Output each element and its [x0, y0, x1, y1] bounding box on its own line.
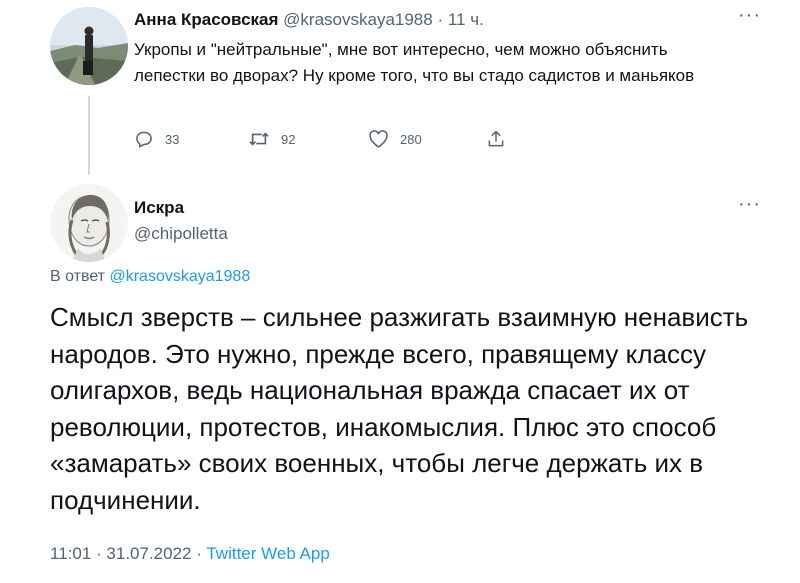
more-icon[interactable]: ··· [738, 4, 761, 27]
reply-context: В ответ @krasovskaya1988 [50, 268, 250, 286]
avatar-anna[interactable] [50, 7, 128, 85]
reply-button[interactable]: 33 [134, 128, 179, 150]
tweet1-author-name[interactable]: Анна Красовская [134, 10, 278, 29]
tweet2-time[interactable]: 11:01 [50, 544, 91, 563]
reply-to-link[interactable]: @krasovskaya1988 [109, 268, 250, 285]
tweet2-footer: 11:01 · 31.07.2022 · Twitter Web App [50, 544, 330, 564]
like-count: 280 [400, 131, 422, 147]
tweet1-header: Анна Красовская @krasovskaya1988 · 11 ч. [134, 10, 484, 30]
tweet2-author-handle[interactable]: @chipolletta [134, 224, 228, 244]
reply-prefix: В ответ [50, 268, 106, 285]
tweet2-author-name[interactable]: Искра [134, 198, 184, 218]
tweet2-text: Смысл зверств – сильнее разжигать взаимн… [50, 302, 749, 515]
more-icon[interactable]: ··· [738, 193, 761, 216]
footer-separator: · [196, 544, 202, 563]
retweet-icon [249, 132, 269, 146]
like-icon [369, 130, 388, 148]
share-icon [488, 130, 504, 147]
footer-separator: · [96, 544, 102, 563]
share-button[interactable] [486, 128, 517, 150]
retweet-button[interactable]: 92 [248, 128, 295, 150]
retweet-count: 92 [281, 131, 296, 147]
tweet1-time[interactable]: 11 ч. [448, 10, 484, 29]
tweet1-text: Укропы и "нейтральные", мне вот интересн… [134, 40, 695, 85]
tweet2-date[interactable]: 31.07.2022 [106, 544, 191, 563]
tweet1-separator: · [437, 10, 444, 29]
tweet1-author-handle[interactable]: @krasovskaya1988 [283, 10, 433, 29]
reply-count: 33 [165, 131, 180, 147]
reply-icon [136, 131, 152, 148]
avatar-iskra[interactable] [50, 184, 128, 262]
source-app-link[interactable]: Twitter Web App [206, 544, 329, 563]
thread-line [88, 96, 90, 175]
like-button[interactable]: 280 [368, 128, 422, 150]
